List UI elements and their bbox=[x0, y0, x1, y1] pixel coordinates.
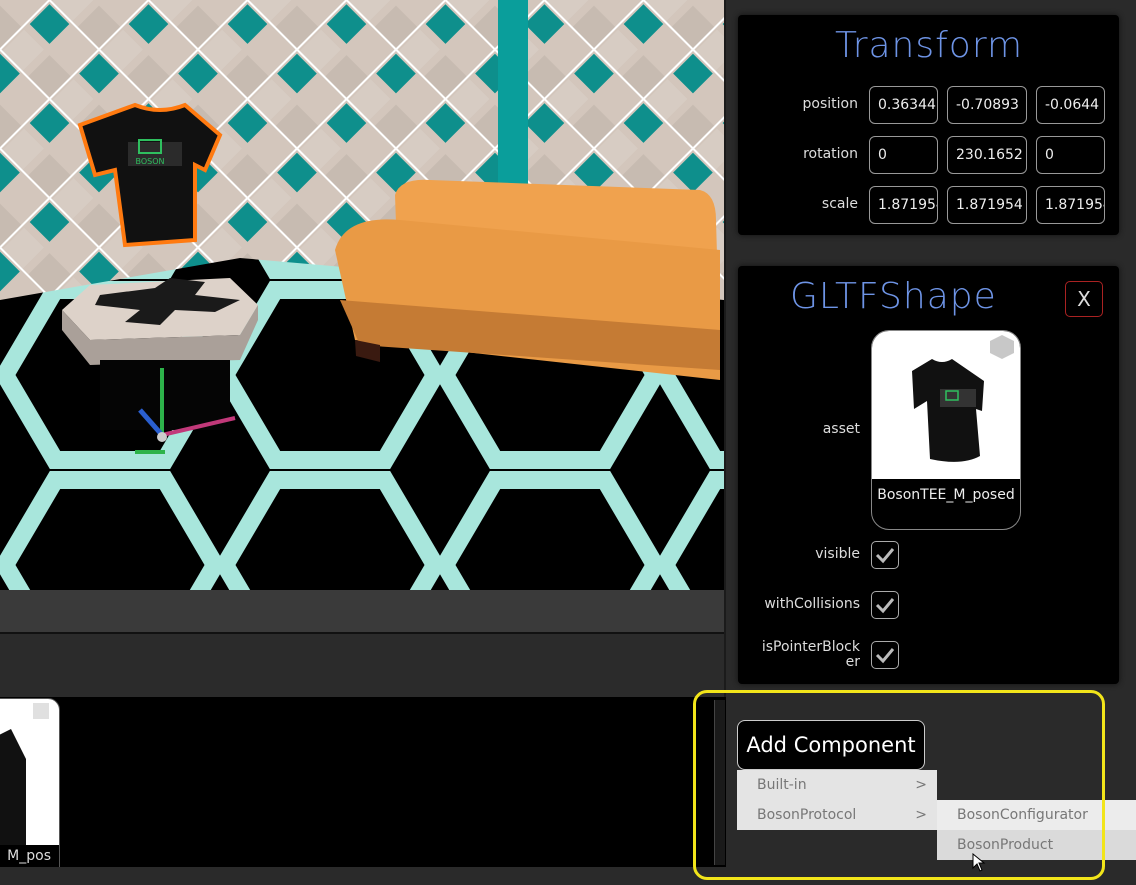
position-y-input[interactable]: -0.70893 bbox=[947, 86, 1027, 124]
scale-label: scale bbox=[821, 196, 858, 212]
position-x-input[interactable]: 0.36344 bbox=[869, 86, 938, 124]
transform-component: Transform position 0.36344 -0.70893 -0.0… bbox=[738, 15, 1119, 235]
transform-title: Transform bbox=[835, 25, 1024, 66]
scene-viewport[interactable]: BOSON bbox=[0, 0, 724, 590]
visible-checkbox[interactable] bbox=[871, 541, 899, 569]
checkmark-icon bbox=[875, 548, 895, 564]
rotation-label: rotation bbox=[803, 146, 858, 162]
viewport-toolbar bbox=[0, 590, 724, 632]
position-label: position bbox=[802, 96, 858, 112]
scene-render: BOSON bbox=[0, 0, 724, 590]
shirt-logo-text: BOSON bbox=[135, 157, 164, 166]
asset-thumbnail[interactable]: M_pos bbox=[0, 698, 60, 868]
asset-picker[interactable]: BosonTEE_M_posed bbox=[871, 330, 1021, 530]
scale-z-input[interactable]: 1.871954 bbox=[1036, 186, 1105, 224]
rotation-z-input[interactable]: 0 bbox=[1036, 136, 1105, 174]
highlight-frame bbox=[693, 690, 1105, 880]
with-collisions-label: withCollisions bbox=[764, 596, 860, 612]
asset-thumbnail-label: M_pos bbox=[0, 845, 59, 867]
scale-x-input[interactable]: 1.871954 bbox=[869, 186, 938, 224]
scale-y-input[interactable]: 1.871954 bbox=[947, 186, 1027, 224]
shirt-thumbnail bbox=[0, 703, 49, 845]
asset-toolbar bbox=[0, 632, 724, 699]
asset-label: asset bbox=[822, 421, 860, 437]
asset-browser bbox=[0, 697, 730, 867]
checkmark-icon bbox=[875, 648, 895, 664]
shirt-icon bbox=[912, 335, 1014, 462]
rotation-x-input[interactable]: 0 bbox=[869, 136, 938, 174]
position-z-input[interactable]: -0.0644 bbox=[1036, 86, 1105, 124]
remove-component-button[interactable]: X bbox=[1065, 281, 1103, 317]
mouse-cursor-icon bbox=[972, 853, 986, 872]
is-pointer-blocker-checkbox[interactable] bbox=[871, 641, 899, 669]
with-collisions-checkbox[interactable] bbox=[871, 591, 899, 619]
asset-preview bbox=[872, 331, 1020, 479]
gltfshape-title: GLTFShape bbox=[790, 276, 997, 317]
asset-name: BosonTEE_M_posed bbox=[877, 487, 1015, 503]
visible-label: visible bbox=[815, 546, 860, 562]
is-pointer-blocker-label: isPointerBlocker bbox=[761, 639, 860, 670]
checkmark-icon bbox=[875, 598, 895, 614]
rotation-y-input[interactable]: 230.1652 bbox=[947, 136, 1027, 174]
